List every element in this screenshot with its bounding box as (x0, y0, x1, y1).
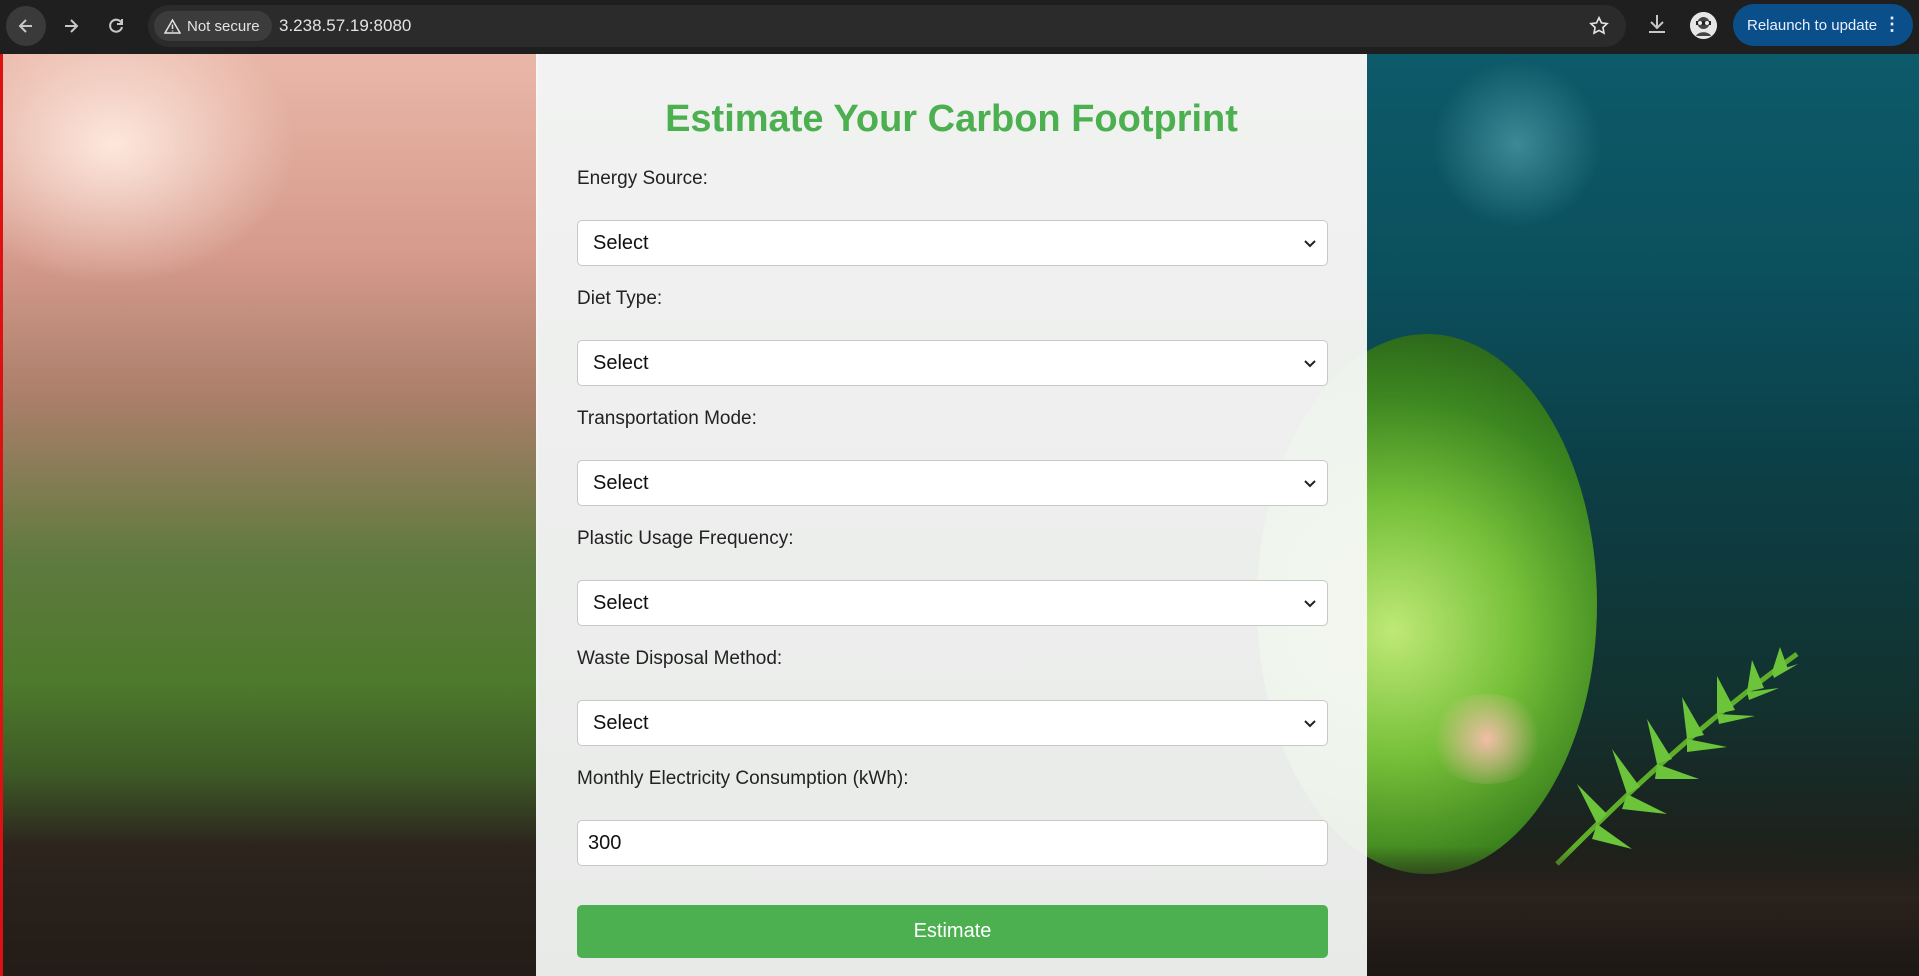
security-label: Not secure (187, 17, 260, 35)
plastic-usage-value: Select (593, 592, 649, 614)
star-icon[interactable] (1588, 15, 1610, 37)
globe-glow (1427, 694, 1547, 784)
energy-source-value: Select (593, 232, 649, 254)
reload-icon (109, 18, 123, 33)
background-image-left (3, 54, 538, 976)
chevron-down-icon (1304, 480, 1316, 488)
plastic-usage-label: Plastic Usage Frequency: (577, 528, 794, 549)
diet-type-select[interactable]: Select (577, 340, 1328, 386)
forward-button[interactable] (51, 6, 91, 46)
warning-icon (164, 18, 181, 34)
transportation-mode-select[interactable]: Select (577, 460, 1328, 506)
fern-image (1555, 647, 1799, 866)
transportation-mode-value: Select (593, 472, 649, 494)
chevron-down-icon (1304, 600, 1316, 608)
url-text[interactable]: 3.238.57.19:8080 (279, 5, 411, 47)
address-bar[interactable]: Not secure 3.238.57.19:8080 (148, 5, 1626, 47)
page-viewport: Estimate Your Carbon Footprint Energy So… (0, 54, 1919, 976)
energy-source-label: Energy Source: (577, 168, 708, 189)
chevron-down-icon (1304, 720, 1316, 728)
waste-disposal-label: Waste Disposal Method: (577, 648, 783, 669)
form-panel: Estimate Your Carbon Footprint Energy So… (536, 54, 1367, 976)
diet-type-label: Diet Type: (577, 288, 663, 309)
chevron-down-icon (1304, 240, 1316, 248)
chevron-down-icon (1304, 360, 1316, 368)
browser-toolbar: Not secure 3.238.57.19:8080 Relaunch to … (0, 0, 1919, 54)
relaunch-button[interactable]: Relaunch to update ⋮ (1733, 4, 1913, 46)
avatar[interactable] (1690, 12, 1717, 39)
electricity-input[interactable]: 300 (577, 820, 1328, 866)
plastic-usage-select[interactable]: Select (577, 580, 1328, 626)
diet-type-value: Select (593, 352, 649, 374)
waste-disposal-select[interactable]: Select (577, 700, 1328, 746)
download-icon[interactable] (1645, 12, 1669, 36)
background-image-right (1257, 54, 1919, 976)
estimate-button[interactable]: Estimate (577, 905, 1328, 958)
page-title: Estimate Your Carbon Footprint (665, 98, 1238, 140)
energy-source-select[interactable]: Select (577, 220, 1328, 266)
electricity-label: Monthly Electricity Consumption (kWh): (577, 768, 909, 789)
waste-disposal-value: Select (593, 712, 649, 734)
back-button[interactable] (6, 6, 46, 46)
security-chip[interactable]: Not secure (154, 11, 272, 41)
electricity-value: 300 (588, 832, 622, 854)
back-icon (18, 19, 32, 33)
menu-icon[interactable]: ⋮ (1883, 14, 1901, 34)
relaunch-label: Relaunch to update (1747, 16, 1878, 34)
soil-foreground (1367, 846, 1919, 976)
forward-icon (65, 19, 79, 33)
reload-button[interactable] (96, 6, 136, 46)
transportation-mode-label: Transportation Mode: (577, 408, 757, 429)
